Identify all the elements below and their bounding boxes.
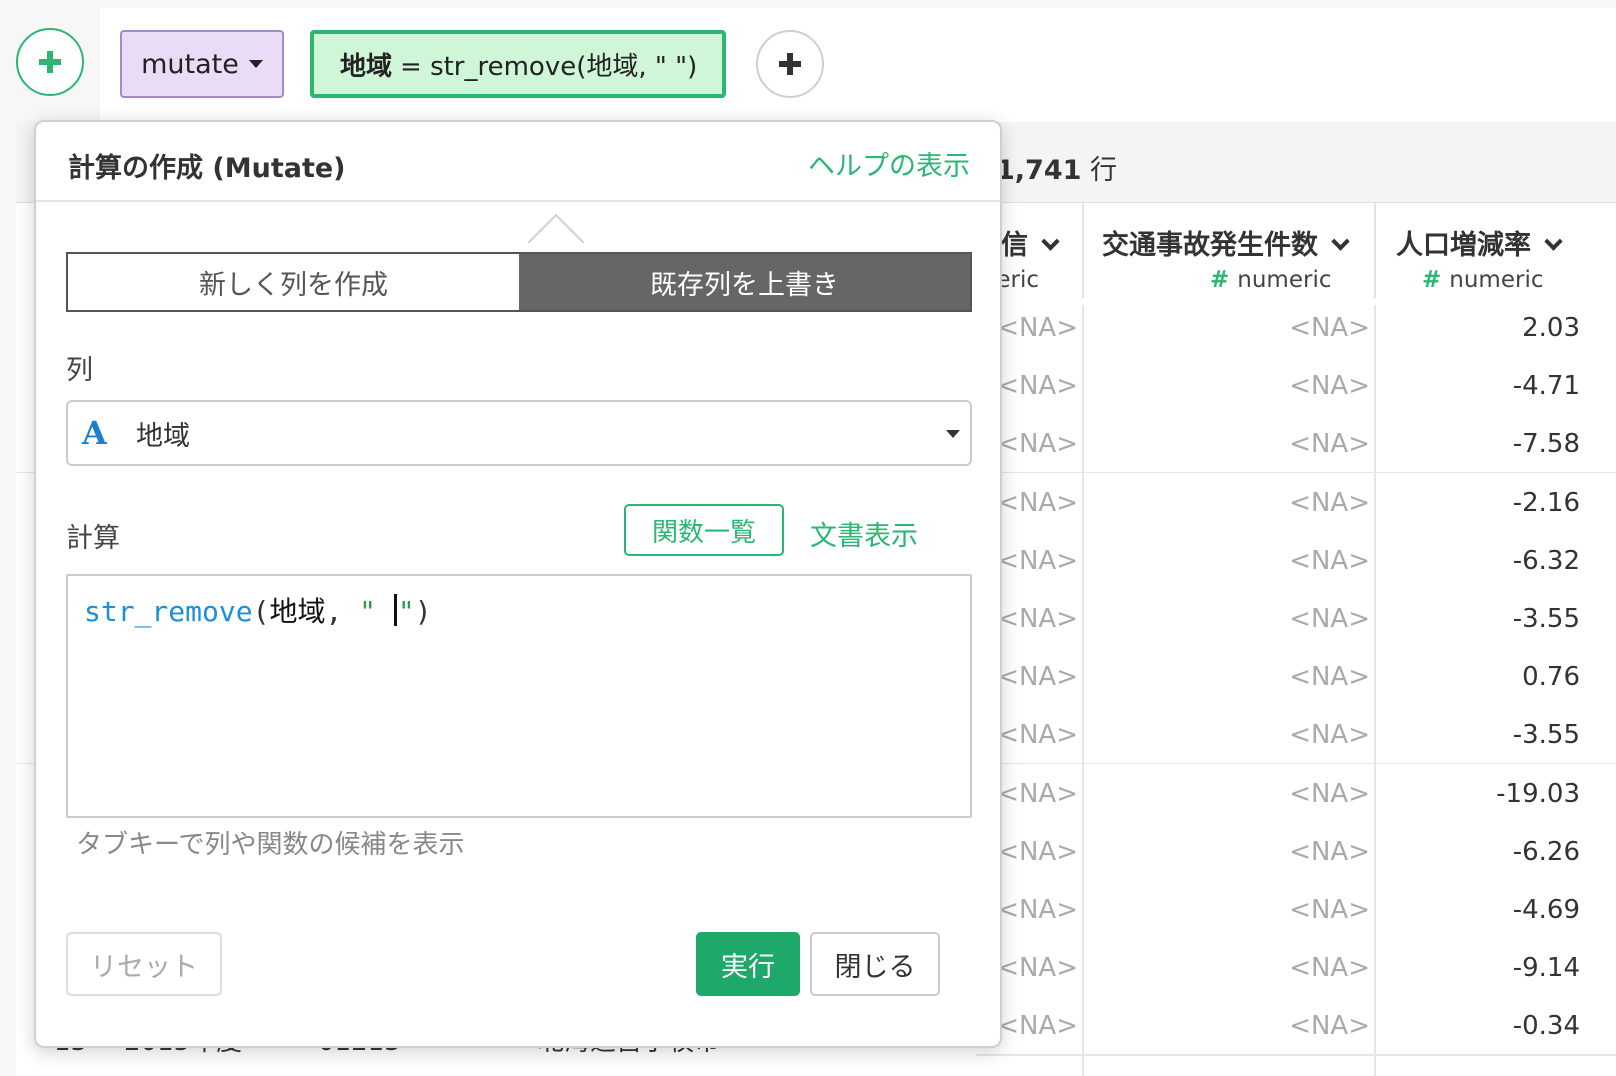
expr-comma: , [325,595,360,628]
expr-open-paren: ( [252,595,270,628]
column-select[interactable]: A 地域 [66,400,972,466]
column-divider [1374,305,1376,1076]
population-change-cell: -4.71 [1512,371,1580,402]
population-change-cell: 0.76 [1522,662,1580,693]
traffic-accidents-cell: <NA> [1289,836,1370,867]
editor-hint: タブキーで列や関数の候補を表示 [76,830,465,860]
column-label: 列 [66,355,93,386]
expression-editor[interactable]: str_remove(地域, " ") [66,574,972,818]
calculation-label: 計算 [66,523,120,554]
traffic-accidents-cell: <NA> [1289,662,1370,693]
expression-line: str_remove(地域, " ") [84,590,432,630]
comm-cell: <NA> [997,371,1078,402]
expr-close-paren: ) [414,595,432,628]
population-change-cell: -19.03 [1496,778,1580,809]
comm-cell: <NA> [997,313,1078,343]
column-type: # numeric [1210,267,1332,293]
traffic-accidents-cell: <NA> [1289,429,1370,460]
chevron-down-icon[interactable] [1041,232,1060,251]
comm-cell: <NA> [997,778,1078,809]
population-change-cell: -7.58 [1512,429,1580,460]
comm-cell: <NA> [997,720,1078,751]
expr-string-close: " [397,595,415,628]
add-step-after-button[interactable] [756,30,824,98]
traffic-accidents-cell: <NA> [1289,371,1370,402]
chevron-down-icon[interactable] [1331,232,1350,251]
step-expression: = str_remove(地域, " ") [400,51,698,82]
mode-toggle: 新しく列を作成 既存列を上書き [66,252,972,312]
traffic-accidents-cell: <NA> [1289,895,1370,925]
title-divider [36,200,1000,202]
numeric-type-icon: # [1210,267,1230,293]
traffic-accidents-cell: <NA> [1289,1011,1370,1042]
documentation-link[interactable]: 文書表示 [810,514,918,553]
expr-function: str_remove [84,595,253,628]
population-change-cell: -9.14 [1512,953,1580,984]
step-type-dropdown[interactable]: mutate [120,30,284,98]
comm-cell: <NA> [997,895,1078,925]
population-change-cell: 2.03 [1522,313,1580,343]
column-header-traffic-accidents[interactable]: 交通事故発生件数 # numeric [1084,203,1376,305]
population-change-cell: -0.34 [1512,1011,1580,1042]
row-count-unit: 行 [1090,155,1117,186]
mutate-step-chip[interactable]: 地域 = str_remove(地域, " ") [310,30,726,98]
step-type-label: mutate [141,48,239,80]
traffic-accidents-cell: <NA> [1289,313,1370,343]
text-cursor [393,594,397,626]
expr-column: 地域 [269,595,326,628]
close-button[interactable]: 閉じる [810,932,940,996]
traffic-accidents-cell: <NA> [1289,778,1370,809]
mode-new-column-button[interactable]: 新しく列を作成 [68,254,519,310]
column-divider [1082,305,1084,1076]
plus-icon [779,53,801,75]
function-list-button[interactable]: 関数一覧 [624,504,784,556]
caret-down-icon [248,60,263,68]
reset-button[interactable]: リセット [66,932,222,996]
population-change-cell: -6.32 [1512,545,1580,576]
population-change-cell: -4.69 [1512,895,1580,925]
caret-down-icon [946,430,960,438]
column-name: 人口増減率 [1396,223,1563,262]
step-target-column: 地域 [340,51,393,82]
help-link[interactable]: ヘルプの表示 [808,144,970,183]
mode-overwrite-button[interactable]: 既存列を上書き [519,254,970,310]
expr-string-open: " [359,595,393,628]
plus-icon [39,51,61,73]
traffic-accidents-cell: <NA> [1289,545,1370,576]
comm-cell: <NA> [997,545,1078,576]
top-gutter [100,0,1616,8]
comm-cell: <NA> [997,662,1078,693]
add-step-before-button[interactable] [16,28,84,96]
popover-title: 計算の作成 (Mutate) [68,153,346,184]
traffic-accidents-cell: <NA> [1289,487,1370,518]
comm-cell: <NA> [997,604,1078,634]
chevron-down-icon[interactable] [1544,232,1563,251]
population-change-cell: -6.26 [1512,836,1580,867]
traffic-accidents-cell: <NA> [1289,953,1370,984]
traffic-accidents-cell: <NA> [1289,720,1370,751]
column-name: 交通事故発生件数 [1102,223,1350,262]
comm-cell: <NA> [997,1011,1078,1042]
population-change-cell: -3.55 [1512,604,1580,634]
population-change-cell: -3.55 [1512,720,1580,751]
column-type: # numeric [1422,267,1544,293]
row-count-number: 1,741 [996,155,1082,186]
comm-cell: <NA> [997,487,1078,518]
comm-cell: <NA> [997,953,1078,984]
traffic-accidents-cell: <NA> [1289,604,1370,634]
row-count: 1,741 行 [996,148,1117,187]
comm-cell: <NA> [997,429,1078,460]
column-select-value: 地域 [136,420,190,452]
comm-cell: <NA> [997,836,1078,867]
column-header-population-change[interactable]: 人口増減率 # numeric [1376,203,1616,305]
mutate-popover: 計算の作成 (Mutate) ヘルプの表示 新しく列を作成 既存列を上書き 列 … [34,120,1002,1048]
numeric-type-icon: # [1422,267,1442,293]
population-change-cell: -2.16 [1512,487,1580,518]
text-type-icon: A [82,414,107,452]
run-button[interactable]: 実行 [696,932,800,996]
